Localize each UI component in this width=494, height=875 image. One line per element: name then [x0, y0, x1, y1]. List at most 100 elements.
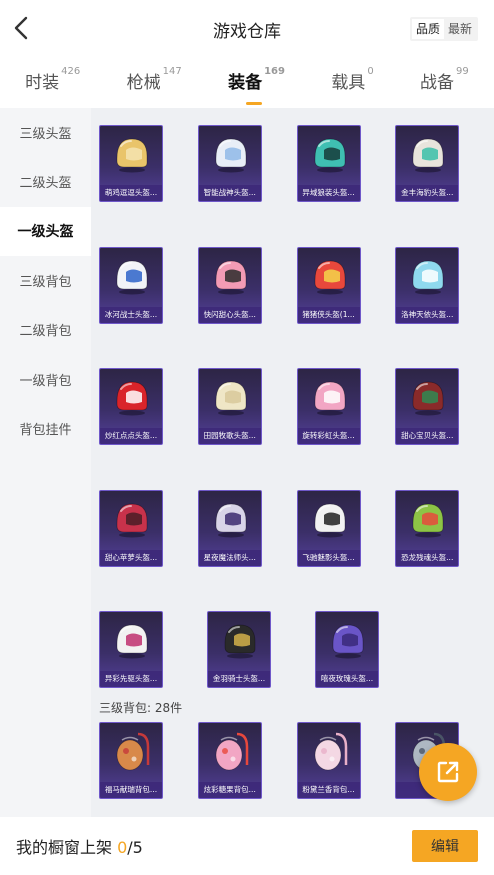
- helmet-icon: [116, 624, 148, 659]
- helmet-icon: [116, 260, 148, 294]
- helmet-name: 甜心苹萝头盔...: [100, 549, 162, 566]
- share-button[interactable]: [419, 743, 477, 801]
- item-row: 炒红点点头盔... 田园牧歌头盔... 旋转彩虹头盔... 甜心宝贝头盔...: [99, 368, 494, 490]
- helmet-name: 恐龙残魂头盔...: [396, 549, 459, 566]
- sort-quality-option[interactable]: 品质: [411, 19, 444, 39]
- helmet-icon: [116, 503, 148, 537]
- tab-guns[interactable]: 枪械 147: [126, 65, 182, 99]
- helmet-thumbnail: 金丰海豹头盔...: [395, 125, 460, 202]
- backpack-card[interactable]: 粉黛兰香背包...: [296, 722, 396, 817]
- tab-supplies[interactable]: 战备 99: [420, 65, 469, 99]
- helmet-icon: [314, 138, 345, 173]
- helmet-name: 洛神天依头盔...: [396, 306, 459, 323]
- helmet-card[interactable]: 嘻夜玫瑰头盔...: [315, 611, 423, 733]
- helmet-card[interactable]: 洛神天依头盔...: [395, 246, 494, 369]
- helmet-card[interactable]: 智能战神头盔...: [197, 125, 297, 247]
- helmet-name: 田园牧歌头盔...: [198, 428, 261, 444]
- backpack-thumbnail: 粉黛兰香背包...: [296, 722, 361, 799]
- helmet-card[interactable]: 异域狼装头盔...: [296, 125, 396, 247]
- tab-count: 147: [162, 65, 182, 77]
- item-row: 冰河战士头盔... 快闪甜心头盔... 猪猪侠头盔(1... 洛神天依头盔...: [99, 246, 494, 369]
- share-icon: [437, 761, 459, 783]
- helmet-thumbnail: 嘻夜玫瑰头盔...: [315, 611, 379, 688]
- tab-equipment[interactable]: 装备 169: [228, 66, 285, 105]
- tab-label: 时装: [25, 72, 60, 93]
- tab-vehicles[interactable]: 载具 0: [331, 66, 373, 99]
- helmet-name: 快闪甜心头盔...: [198, 306, 261, 323]
- helmet-icon: [116, 381, 148, 416]
- helmet-grid: 萌鸡逗逗头盔... 智能战神头盔... 异域狼装头盔... 金丰海豹头盔... 冰河战士…: [99, 125, 494, 733]
- sidebar-item-level3-helmet[interactable]: 三级头盔: [0, 108, 91, 157]
- helmet-card[interactable]: 飞驰魅影头盔...: [296, 489, 396, 612]
- helmet-name: 异域狼装头盔...: [297, 185, 360, 201]
- helmet-name: 飞驰魅影头盔...: [297, 549, 360, 566]
- header: 游戏仓库 品质 最新: [0, 0, 494, 58]
- helmet-name: 冰河战士头盔...: [100, 306, 162, 323]
- helmet-icon: [224, 624, 256, 659]
- tab-label: 战备: [420, 72, 455, 93]
- showcase-current-count: 0: [117, 838, 128, 857]
- helmet-thumbnail: 金羽骑士头盔...: [207, 611, 271, 688]
- helmet-icon: [412, 503, 444, 537]
- backpack-icon: [116, 732, 150, 771]
- tab-fashion[interactable]: 时装 426: [25, 65, 81, 99]
- helmet-card[interactable]: 甜心苹萝头盔...: [99, 489, 198, 612]
- helmet-card[interactable]: 星夜魔法师头...: [197, 489, 297, 612]
- sort-toggle: 品质 最新: [409, 17, 478, 41]
- backpack-name: 粉黛兰香背包...: [297, 782, 360, 798]
- helmet-name: 金丰海豹头盔...: [396, 185, 459, 201]
- showcase-status: 我的橱窗上架 0/5: [16, 834, 143, 858]
- tab-label: 装备: [228, 72, 263, 93]
- helmet-card[interactable]: 恐龙残魂头盔...: [395, 489, 494, 612]
- sidebar-item-level2-backpack[interactable]: 二级背包: [0, 305, 91, 354]
- tab-count: 99: [456, 65, 469, 77]
- edit-button[interactable]: 编辑: [412, 830, 478, 862]
- helmet-name: 炒红点点头盔...: [100, 428, 162, 444]
- sidebar-item-level2-helmet[interactable]: 二级头盔: [0, 157, 91, 206]
- backpack-card[interactable]: 炫彩糖果背包...: [197, 722, 297, 817]
- item-grid-area: 萌鸡逗逗头盔... 智能战神头盔... 异域狼装头盔... 金丰海豹头盔... 冰河战士…: [91, 108, 494, 817]
- helmet-card[interactable]: 金羽骑士头盔...: [207, 611, 315, 733]
- helmet-thumbnail: 快闪甜心头盔...: [197, 246, 262, 324]
- backpack-icon: [215, 732, 248, 771]
- backpack-card[interactable]: 福马献瑞背包...: [99, 722, 198, 817]
- helmet-thumbnail: 甜心苹萝头盔...: [99, 489, 163, 567]
- sidebar-item-backpack-pendant[interactable]: 背包挂件: [0, 404, 91, 453]
- category-tabs: 时装 426 枪械 147 装备 169 载具 0 战备 99: [0, 58, 494, 108]
- helmet-thumbnail: 冰河战士头盔...: [99, 246, 163, 324]
- helmet-icon: [332, 624, 364, 659]
- helmet-card[interactable]: 猪猪侠头盔(1...: [296, 246, 396, 369]
- sidebar-item-level1-helmet[interactable]: 一级头盔: [0, 206, 91, 256]
- helmet-name: 猪猪侠头盔(1...: [297, 306, 360, 323]
- backpack-name: 福马献瑞背包...: [100, 782, 162, 798]
- helmet-icon: [215, 138, 247, 173]
- helmet-name: 旋转彩虹头盔...: [297, 428, 360, 444]
- item-row: 甜心苹萝头盔... 星夜魔法师头... 飞驰魅影头盔... 恐龙残魂头盔...: [99, 489, 494, 612]
- helmet-card[interactable]: 快闪甜心头盔...: [197, 246, 297, 369]
- helmet-thumbnail: 智能战神头盔...: [197, 125, 262, 202]
- helmet-card[interactable]: 金丰海豹头盔...: [395, 125, 494, 247]
- sidebar-item-level3-backpack[interactable]: 三级背包: [0, 256, 91, 305]
- sort-latest-option[interactable]: 最新: [444, 19, 476, 39]
- helmet-name: 星夜魔法师头...: [198, 549, 261, 566]
- helmet-thumbnail: 异彩先驱头盔...: [99, 611, 163, 688]
- helmet-card[interactable]: 田园牧歌头盔...: [197, 368, 297, 490]
- helmet-thumbnail: 萌鸡逗逗头盔...: [99, 125, 163, 202]
- tab-label: 枪械: [126, 72, 161, 93]
- helmet-icon: [314, 503, 345, 537]
- backpack-icon: [314, 732, 347, 771]
- tab-count: 426: [61, 65, 81, 77]
- helmet-thumbnail: 田园牧歌头盔...: [197, 368, 262, 445]
- backpack-name: 炫彩糖果背包...: [198, 782, 261, 798]
- helmet-card[interactable]: 萌鸡逗逗头盔...: [99, 125, 198, 247]
- helmet-thumbnail: 洛神天依头盔...: [395, 246, 460, 324]
- sidebar: 三级头盔 二级头盔 一级头盔 三级背包 二级背包 一级背包 背包挂件: [0, 108, 91, 817]
- helmet-thumbnail: 旋转彩虹头盔...: [296, 368, 361, 445]
- helmet-card[interactable]: 炒红点点头盔...: [99, 368, 198, 490]
- showcase-total: /5: [127, 838, 143, 857]
- helmet-card[interactable]: 甜心宝贝头盔...: [395, 368, 494, 490]
- helmet-card[interactable]: 旋转彩虹头盔...: [296, 368, 396, 490]
- section-label: 三级背包: 28件: [99, 701, 183, 715]
- sidebar-item-level1-backpack[interactable]: 一级背包: [0, 354, 91, 403]
- helmet-card[interactable]: 冰河战士头盔...: [99, 246, 198, 369]
